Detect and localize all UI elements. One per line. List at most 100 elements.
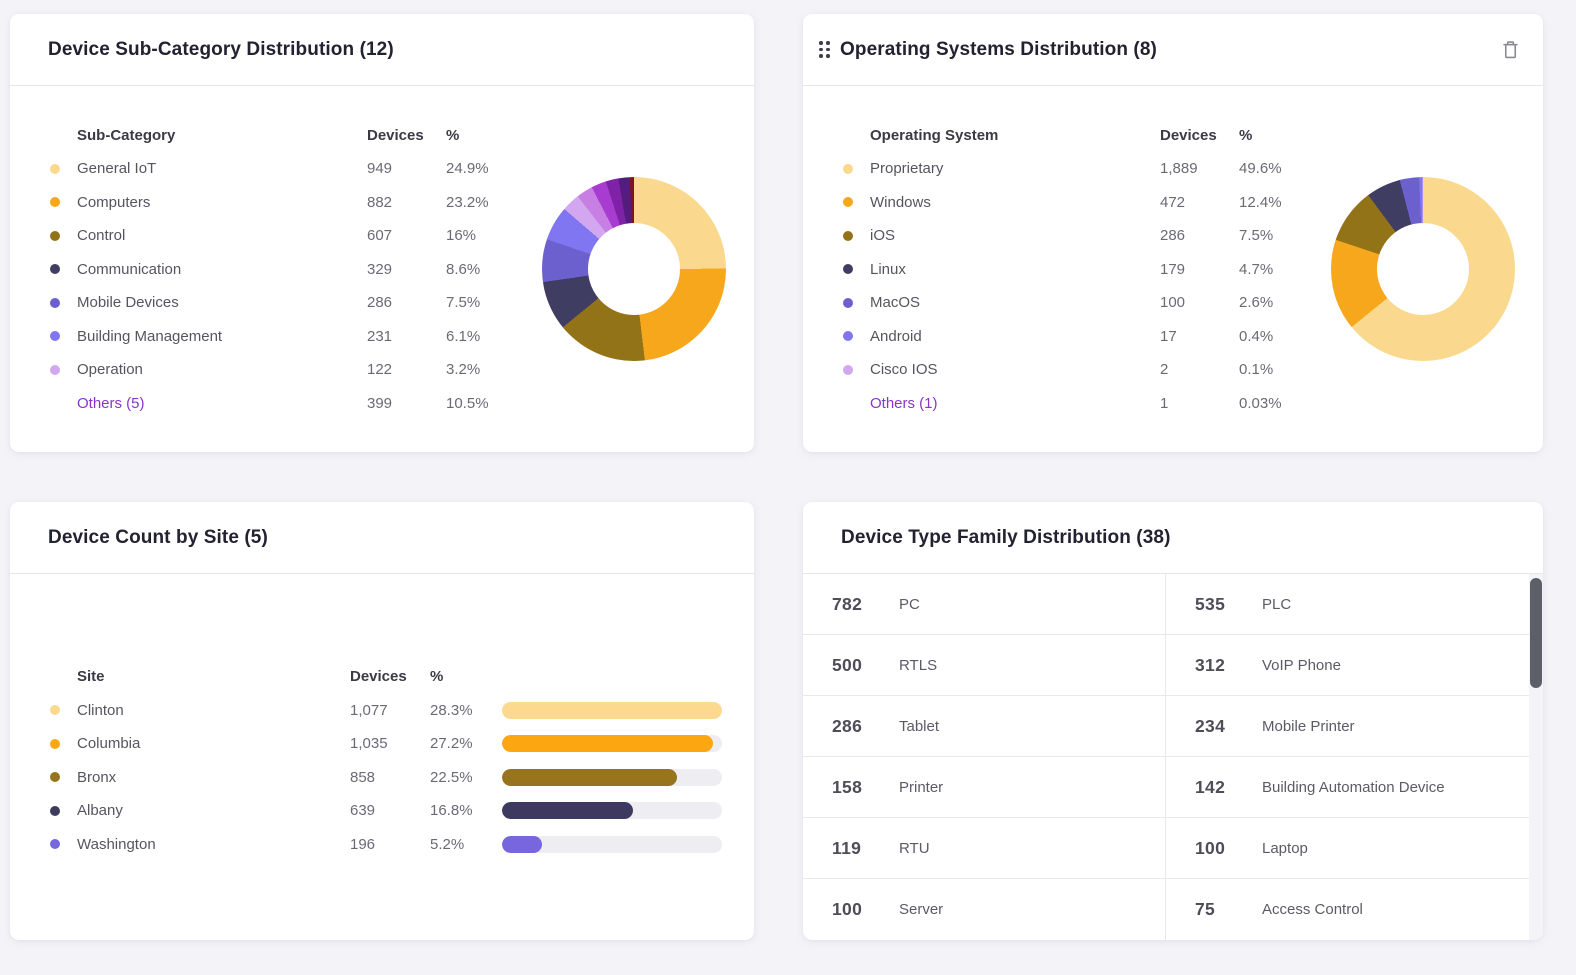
donut-hole xyxy=(588,223,680,315)
table-row: Mobile Devices2867.5% xyxy=(50,286,489,320)
dot-cell xyxy=(50,365,77,375)
family-grid: 782PC535PLC500RTLS 312VoIP Phone 286Tablet… xyxy=(803,574,1543,940)
row-label: Albany xyxy=(77,802,350,819)
bar-cell xyxy=(502,802,722,819)
column-header-label: Operating System xyxy=(870,127,1160,144)
dot-cell xyxy=(843,365,870,375)
dot-cell xyxy=(50,806,77,816)
row-percent: 4.7% xyxy=(1239,261,1282,278)
row-label: General IoT xyxy=(77,160,367,177)
row-devices: 1,035 xyxy=(350,735,430,752)
row-percent: 5.2% xyxy=(430,836,502,853)
dot-cell xyxy=(843,264,870,274)
family-count: 312 xyxy=(1195,655,1262,676)
family-label: RTU xyxy=(899,840,930,857)
row-label: Columbia xyxy=(77,735,350,752)
bar-fill xyxy=(502,802,633,819)
legend-dot xyxy=(843,331,853,341)
drag-handle-icon[interactable] xyxy=(819,41,830,58)
others-link[interactable]: Others (5) xyxy=(77,395,367,412)
row-devices: 949 xyxy=(367,160,446,177)
family-count: 100 xyxy=(1195,838,1262,859)
table-row: Android170.4% xyxy=(843,319,1282,353)
card-header: Device Sub-Category Distribution (12) xyxy=(10,14,754,86)
subcategory-table: Sub-CategoryDevices%General IoT94924.9%C… xyxy=(50,118,489,420)
dot-cell xyxy=(843,331,870,341)
row-devices: 329 xyxy=(367,261,446,278)
family-item: 500RTLS xyxy=(803,635,1166,696)
table-row: General IoT94924.9% xyxy=(50,152,489,186)
row-percent: 0.03% xyxy=(1239,395,1282,412)
family-item: 535PLC xyxy=(1166,574,1530,635)
card-device-subcategory: Device Sub-Category Distribution (12) Su… xyxy=(10,14,754,452)
table-row: iOS2867.5% xyxy=(843,219,1282,253)
dot-cell xyxy=(50,839,77,849)
row-percent: 28.3% xyxy=(430,702,502,719)
bar-fill xyxy=(502,836,542,853)
dot-cell xyxy=(50,197,77,207)
family-label: VoIP Phone xyxy=(1262,657,1341,674)
table-row: Proprietary1,88949.6% xyxy=(843,152,1282,186)
legend-dot xyxy=(50,772,60,782)
family-item: 782PC xyxy=(803,574,1166,635)
family-label: Building Automation Device xyxy=(1262,779,1445,796)
row-devices: 231 xyxy=(367,328,446,345)
site-table: SiteDevices%Clinton1,07728.3%Columbia1,0… xyxy=(50,660,722,861)
row-devices: 639 xyxy=(350,802,430,819)
row-label: Clinton xyxy=(77,702,350,719)
subcategory-donut-chart[interactable] xyxy=(542,177,726,361)
os-donut-chart[interactable] xyxy=(1331,177,1515,361)
family-item: 100Server xyxy=(803,879,1166,940)
row-devices: 100 xyxy=(1160,294,1239,311)
row-percent: 3.2% xyxy=(446,361,489,378)
others-link[interactable]: Others (1) xyxy=(870,395,1160,412)
dot-cell xyxy=(50,231,77,241)
dot-cell xyxy=(843,197,870,207)
bar-cell xyxy=(502,769,722,786)
row-devices: 1,889 xyxy=(1160,160,1239,177)
trash-icon-button[interactable] xyxy=(1500,38,1521,62)
scrollbar-thumb[interactable] xyxy=(1530,578,1542,688)
table-row: Windows47212.4% xyxy=(843,185,1282,219)
row-devices: 607 xyxy=(367,227,446,244)
family-count: 286 xyxy=(832,716,899,737)
legend-dot xyxy=(843,298,853,308)
table-row: Communication3298.6% xyxy=(50,252,489,286)
table-header-row: Operating SystemDevices% xyxy=(843,118,1282,152)
row-devices: 882 xyxy=(367,194,446,211)
family-item: 286Tablet xyxy=(803,696,1166,757)
bar-cell xyxy=(502,836,722,853)
family-item: 75Access Control xyxy=(1166,879,1530,940)
row-devices: 399 xyxy=(367,395,446,412)
legend-dot xyxy=(843,365,853,375)
family-item: 100Laptop xyxy=(1166,818,1530,879)
card-body: Sub-CategoryDevices%General IoT94924.9%C… xyxy=(10,86,754,452)
row-percent: 8.6% xyxy=(446,261,489,278)
legend-dot xyxy=(843,231,853,241)
row-label: Operation xyxy=(77,361,367,378)
row-label: Cisco IOS xyxy=(870,361,1160,378)
row-percent: 49.6% xyxy=(1239,160,1282,177)
bar-track xyxy=(502,702,722,719)
table-row: Control60716% xyxy=(50,219,489,253)
bar-fill xyxy=(502,735,713,752)
row-percent: 23.2% xyxy=(446,194,489,211)
bar-cell xyxy=(502,702,722,719)
row-devices: 17 xyxy=(1160,328,1239,345)
legend-dot xyxy=(50,331,60,341)
legend-dot xyxy=(843,164,853,174)
row-devices: 1 xyxy=(1160,395,1239,412)
column-header-label: Sub-Category xyxy=(77,127,367,144)
family-count: 119 xyxy=(832,838,899,859)
table-row: Washington1965.2% xyxy=(50,828,722,862)
dashboard-grid: Device Sub-Category Distribution (12) Su… xyxy=(0,0,1576,940)
row-label: Washington xyxy=(77,836,350,853)
card-title: Operating Systems Distribution (8) xyxy=(840,39,1157,61)
dot-cell xyxy=(50,739,77,749)
family-item: 234Mobile Printer xyxy=(1166,696,1530,757)
row-label: Communication xyxy=(77,261,367,278)
row-percent: 7.5% xyxy=(1239,227,1282,244)
row-percent: 16% xyxy=(446,227,489,244)
column-header-devices: Devices xyxy=(367,127,446,144)
column-header-label: Site xyxy=(77,668,350,685)
